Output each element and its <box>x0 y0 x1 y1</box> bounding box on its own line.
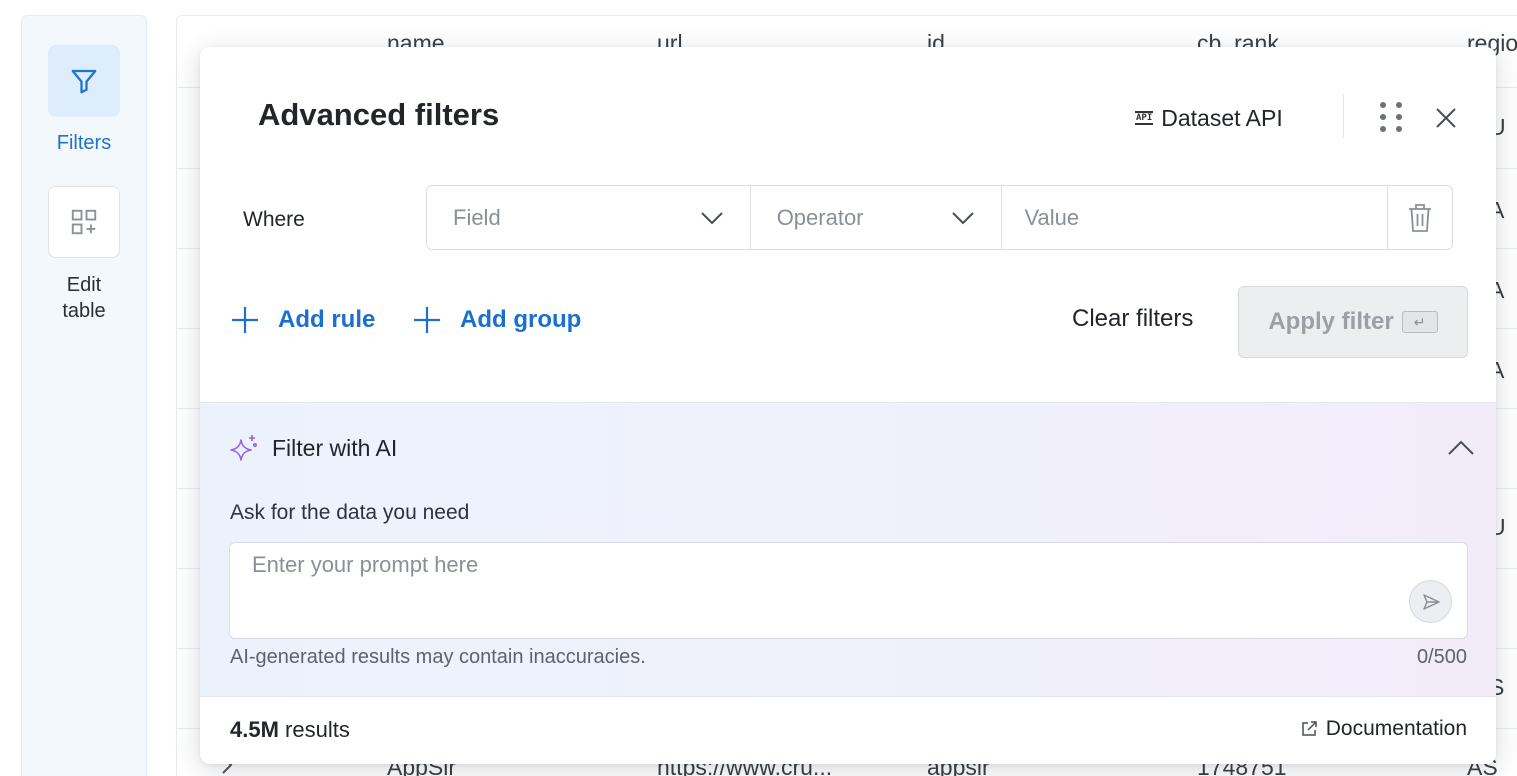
left-sidebar: Filters Edit table <box>21 15 147 776</box>
apply-filter-label: Apply filter <box>1268 308 1394 335</box>
send-icon <box>1422 593 1440 610</box>
add-group-button[interactable]: Add group <box>412 305 581 335</box>
clear-filters-button[interactable]: Clear filters <box>1072 305 1193 333</box>
operator-select[interactable]: Operator <box>751 186 1003 249</box>
filters-label: Filters <box>56 132 112 154</box>
documentation-link[interactable]: Documentation <box>1300 717 1467 741</box>
value-input[interactable]: Value <box>1002 186 1389 249</box>
chevron-down-icon <box>952 212 975 225</box>
advanced-filters-modal: Advanced filters API Dataset API Where F… <box>200 47 1496 764</box>
add-group-label: Add group <box>460 306 582 333</box>
sparkle-icon <box>230 435 257 461</box>
apply-filter-button[interactable]: Apply filter ↵ <box>1238 286 1468 358</box>
delete-rule-button[interactable] <box>1388 186 1452 249</box>
ai-subtitle: Ask for the data you need <box>230 501 470 524</box>
filter-with-ai-panel: Filter with AI Ask for the data you need… <box>200 402 1496 697</box>
ai-prompt-box <box>229 542 1468 639</box>
plus-icon <box>414 307 440 333</box>
add-rule-button[interactable]: Add rule <box>230 305 375 335</box>
value-placeholder: Value <box>1024 204 1080 230</box>
dataset-api-label: Dataset API <box>1161 104 1283 131</box>
filter-rule-row: Field Operator Value <box>426 185 1453 250</box>
grid-add-icon <box>71 209 97 235</box>
edit-table-label: Edit table <box>62 274 106 322</box>
modal-title: Advanced filters <box>258 97 500 132</box>
field-select[interactable]: Field <box>427 186 751 249</box>
edit-table-button[interactable] <box>48 186 120 258</box>
ai-prompt-input[interactable] <box>230 543 1410 587</box>
results-count: 4.5M results <box>230 717 350 743</box>
results-number: 4.5M <box>230 717 279 742</box>
operator-placeholder: Operator <box>776 204 864 230</box>
dataset-api-button[interactable]: API Dataset API <box>1135 102 1283 134</box>
header-divider <box>1343 94 1344 138</box>
ai-disclaimer: AI-generated results may contain inaccur… <box>230 646 646 668</box>
enter-key-icon: ↵ <box>1401 311 1438 333</box>
close-icon[interactable] <box>1432 104 1460 132</box>
field-placeholder: Field <box>453 204 501 230</box>
send-prompt-button[interactable] <box>1409 580 1452 623</box>
ai-section-title: Filter with AI <box>272 435 398 461</box>
documentation-label: Documentation <box>1325 717 1467 740</box>
chevron-down-icon <box>700 212 723 225</box>
add-rule-label: Add rule <box>278 306 376 333</box>
filter-funnel-icon <box>71 69 97 94</box>
api-icon: API <box>1135 111 1154 125</box>
chevron-up-icon[interactable] <box>1447 436 1475 460</box>
plus-icon <box>232 307 258 333</box>
results-label: results <box>278 717 350 742</box>
filters-button[interactable] <box>48 45 120 117</box>
drag-handle-icon[interactable] <box>1380 102 1404 134</box>
where-label: Where <box>243 208 305 231</box>
character-count: 0/500 <box>1416 646 1467 668</box>
external-link-icon <box>1302 721 1317 736</box>
trash-icon <box>1409 203 1432 232</box>
